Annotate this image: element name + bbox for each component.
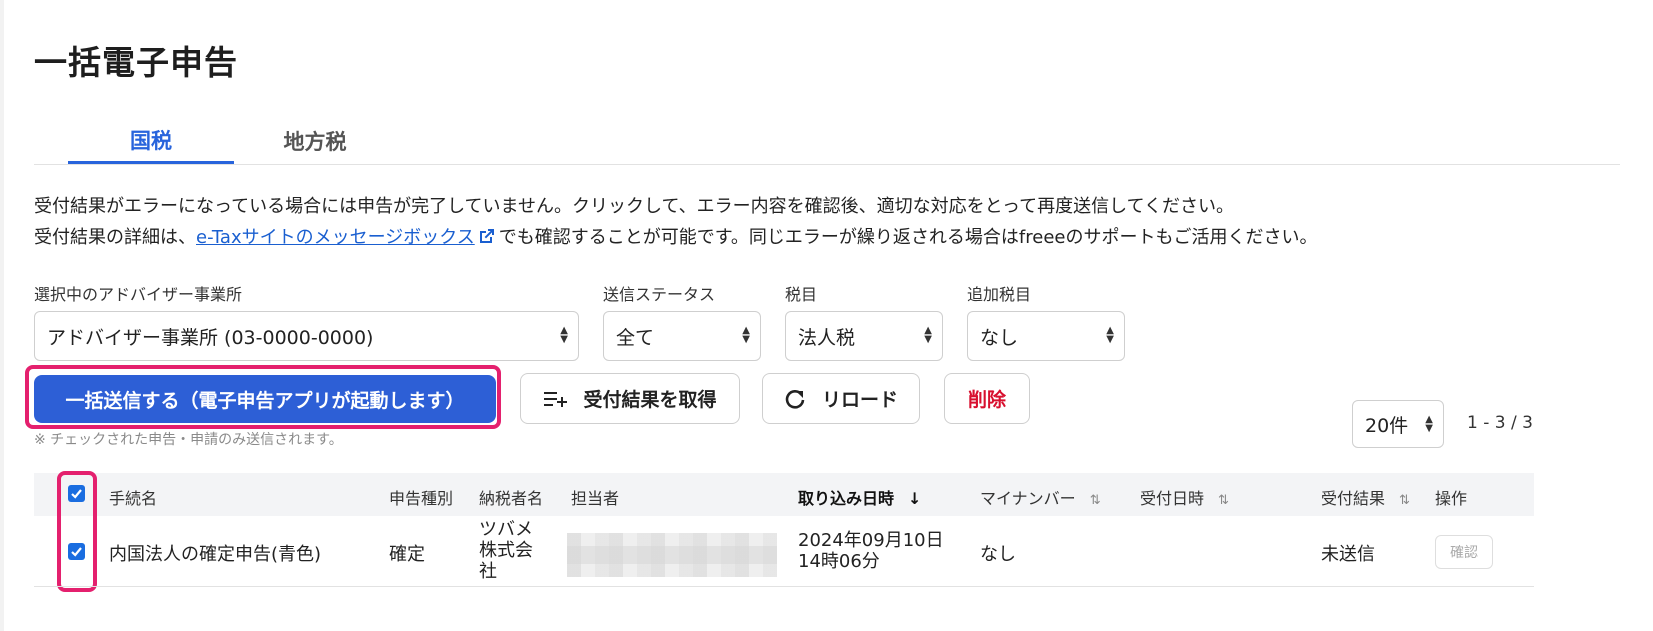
- external-link-icon[interactable]: [477, 226, 497, 246]
- row-taxpayer: ツバメ株式会社: [479, 519, 533, 582]
- highlight-box-checkboxes: [57, 471, 97, 592]
- delete-button[interactable]: 削除: [944, 373, 1030, 424]
- fetch-results-button[interactable]: 受付結果を取得: [520, 373, 740, 424]
- header-imported-at[interactable]: 取り込み日時 ↓: [798, 485, 921, 509]
- highlight-box-bulk-send: [25, 365, 501, 429]
- sort-desc-icon: ↓: [908, 489, 922, 508]
- status-select-value: 全て: [616, 326, 655, 349]
- row-procedure[interactable]: 内国法人の確定申告(青色): [109, 540, 321, 566]
- header-received-at-label: 受付日時: [1140, 489, 1205, 508]
- info-message: 受付結果がエラーになっている場合には申告が完了していません。クリックして、エラー…: [34, 191, 1317, 253]
- status-label: 送信ステータス: [603, 285, 716, 304]
- header-result[interactable]: 受付結果 ⇅: [1321, 485, 1410, 509]
- advisor-select-value: アドバイザー事業所 (03-0000-0000): [47, 326, 374, 349]
- row-filing-type: 確定: [389, 544, 425, 565]
- tax-item-label: 税目: [785, 285, 818, 304]
- select-arrows-icon: ▲ ▼: [924, 325, 932, 345]
- advisor-label: 選択中のアドバイザー事業所: [34, 285, 243, 304]
- select-arrows-icon: ▲ ▼: [560, 325, 568, 345]
- header-operation: 操作: [1435, 489, 1468, 508]
- header-received-at[interactable]: 受付日時 ⇅: [1140, 485, 1229, 509]
- select-arrows-icon: ▲ ▼: [742, 325, 750, 345]
- tax-item-select-value: 法人税: [798, 326, 856, 349]
- sort-icon: ⇅: [1399, 493, 1410, 508]
- sort-icon: ⇅: [1089, 493, 1101, 508]
- reload-label: リロード: [821, 389, 898, 411]
- tab-bar: 国税 地方税: [34, 118, 1620, 165]
- table-header: [34, 473, 1534, 516]
- advisor-select[interactable]: アドバイザー事業所 (03-0000-0000) ▲ ▼: [34, 311, 579, 361]
- tab-local-tax[interactable]: 地方税: [232, 118, 398, 164]
- info-line-1: 受付結果がエラーになっている場合には申告が完了していません。クリックして、エラー…: [34, 196, 1235, 217]
- row-my-number: なし: [980, 544, 1016, 565]
- header-filing-type: 申告種別: [389, 489, 454, 508]
- header-assignee: 担当者: [571, 489, 620, 508]
- header-taxpayer: 納税者名: [479, 489, 544, 508]
- header-result-label: 受付結果: [1321, 489, 1386, 508]
- pagination-range: 1 - 3 / 3: [1467, 413, 1533, 433]
- status-select[interactable]: 全て ▲ ▼: [603, 311, 761, 361]
- reload-icon: [785, 389, 805, 409]
- row-confirm-button[interactable]: 確認: [1435, 535, 1493, 569]
- etax-message-box-link[interactable]: e-Taxサイトのメッセージボックス: [196, 227, 475, 248]
- sort-icon: ⇅: [1218, 493, 1229, 508]
- tax-item-select[interactable]: 法人税 ▲ ▼: [785, 311, 943, 361]
- info-line-2: 受付結果の詳細は、e-Taxサイトのメッセージボックス でも確認することが可能です…: [34, 222, 1317, 253]
- redacted-assignee-shade: [567, 546, 777, 564]
- left-edge: [0, 0, 4, 631]
- header-my-number-label: マイナンバー: [980, 489, 1076, 508]
- extra-tax-item-select-value: なし: [980, 326, 1019, 349]
- reload-button[interactable]: リロード: [762, 373, 920, 424]
- list-add-icon: [544, 391, 568, 407]
- tab-national-tax[interactable]: 国税: [68, 118, 234, 164]
- extra-tax-item-label: 追加税目: [967, 285, 1032, 304]
- info-line-2-prefix: 受付結果の詳細は、: [34, 227, 196, 248]
- page-title: 一括電子申告: [34, 43, 238, 82]
- per-page-select[interactable]: 20件 ▲ ▼: [1352, 400, 1444, 448]
- row-divider: [34, 586, 1534, 587]
- fetch-results-label: 受付結果を取得: [583, 389, 717, 411]
- extra-tax-item-select[interactable]: なし ▲ ▼: [967, 311, 1125, 361]
- header-imported-at-label: 取り込み日時: [798, 489, 895, 508]
- header-procedure: 手続名: [109, 489, 158, 508]
- info-line-2-suffix: でも確認することが可能です。同じエラーが繰り返される場合はfreeeのサポートも…: [498, 227, 1318, 248]
- row-imported-at: 2024年09月10日14時06分: [798, 530, 944, 572]
- select-arrows-icon: ▲ ▼: [1425, 414, 1433, 434]
- header-my-number[interactable]: マイナンバー ⇅: [980, 485, 1101, 509]
- select-arrows-icon: ▲ ▼: [1106, 325, 1114, 345]
- send-note: ※ チェックされた申告・申請のみ送信されます。: [34, 432, 343, 448]
- per-page-value: 20件: [1365, 414, 1409, 437]
- row-result: 未送信: [1321, 544, 1375, 565]
